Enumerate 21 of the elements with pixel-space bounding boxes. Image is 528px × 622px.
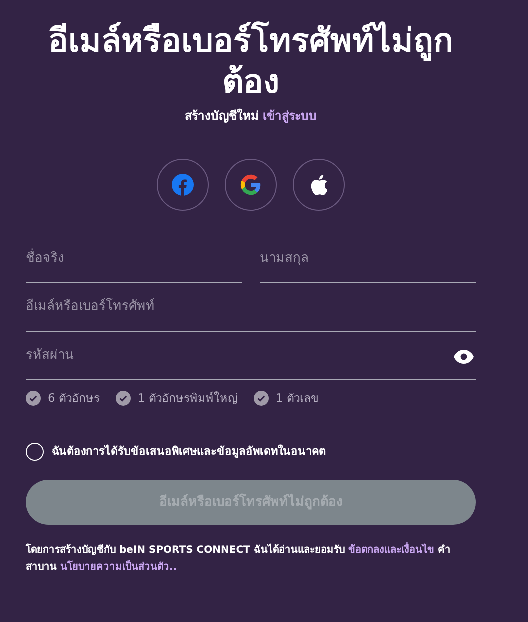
apple-sign-in-button[interactable] <box>293 158 345 210</box>
subtitle-text: สร้างบัญชีใหม่ เข้าสู่ระบบ <box>184 108 318 124</box>
password-rule-text: 1 ตัวเลข <box>276 390 319 407</box>
password-rule-text: 6 ตัวอักษร <box>48 390 100 407</box>
page-title: อีเมล์หรือเบอร์โทรศัพท์ไม่ถูกต้อง <box>48 20 454 102</box>
input-field[interactable]: ชื่อจริง <box>26 236 242 283</box>
eye-icon[interactable] <box>454 350 474 364</box>
facebook-sign-in-button[interactable] <box>157 158 209 210</box>
terms-link[interactable]: ข้อตกลงและเงื่อนไข <box>348 545 434 556</box>
login-link[interactable]: เข้าสู่ระบบ <box>263 108 318 122</box>
terms-text: โดยการสร้างบัญชีกับ beIN SPORTS CONNECT ฉันได้อ่านและยอมรับ ข้อตกลงและเงื่อนไข คำสาบาน นโยบายความเป็นส่วนตัว.. <box>26 542 476 576</box>
privacy-link[interactable]: นโยบายความเป็นส่วนตัว.. <box>60 562 178 574</box>
apple-icon <box>309 174 329 196</box>
facebook-icon <box>172 174 194 196</box>
google-sign-in-button[interactable] <box>225 158 277 210</box>
password-rule-text: 1 ตัวอักษรพิมพ์ใหญ่ <box>138 390 238 407</box>
input-field[interactable]: อีเมล์หรือเบอร์โทรศัพท์ <box>26 285 476 332</box>
newsletter-checkbox[interactable] <box>26 443 44 462</box>
input-field[interactable]: นามสกุล <box>260 236 476 283</box>
google-icon <box>240 174 262 196</box>
newsletter-label: ฉันต้องการได้รับข้อเสนอพิเศษและข้อมูลอัพเดทในอนาคต <box>52 444 326 460</box>
